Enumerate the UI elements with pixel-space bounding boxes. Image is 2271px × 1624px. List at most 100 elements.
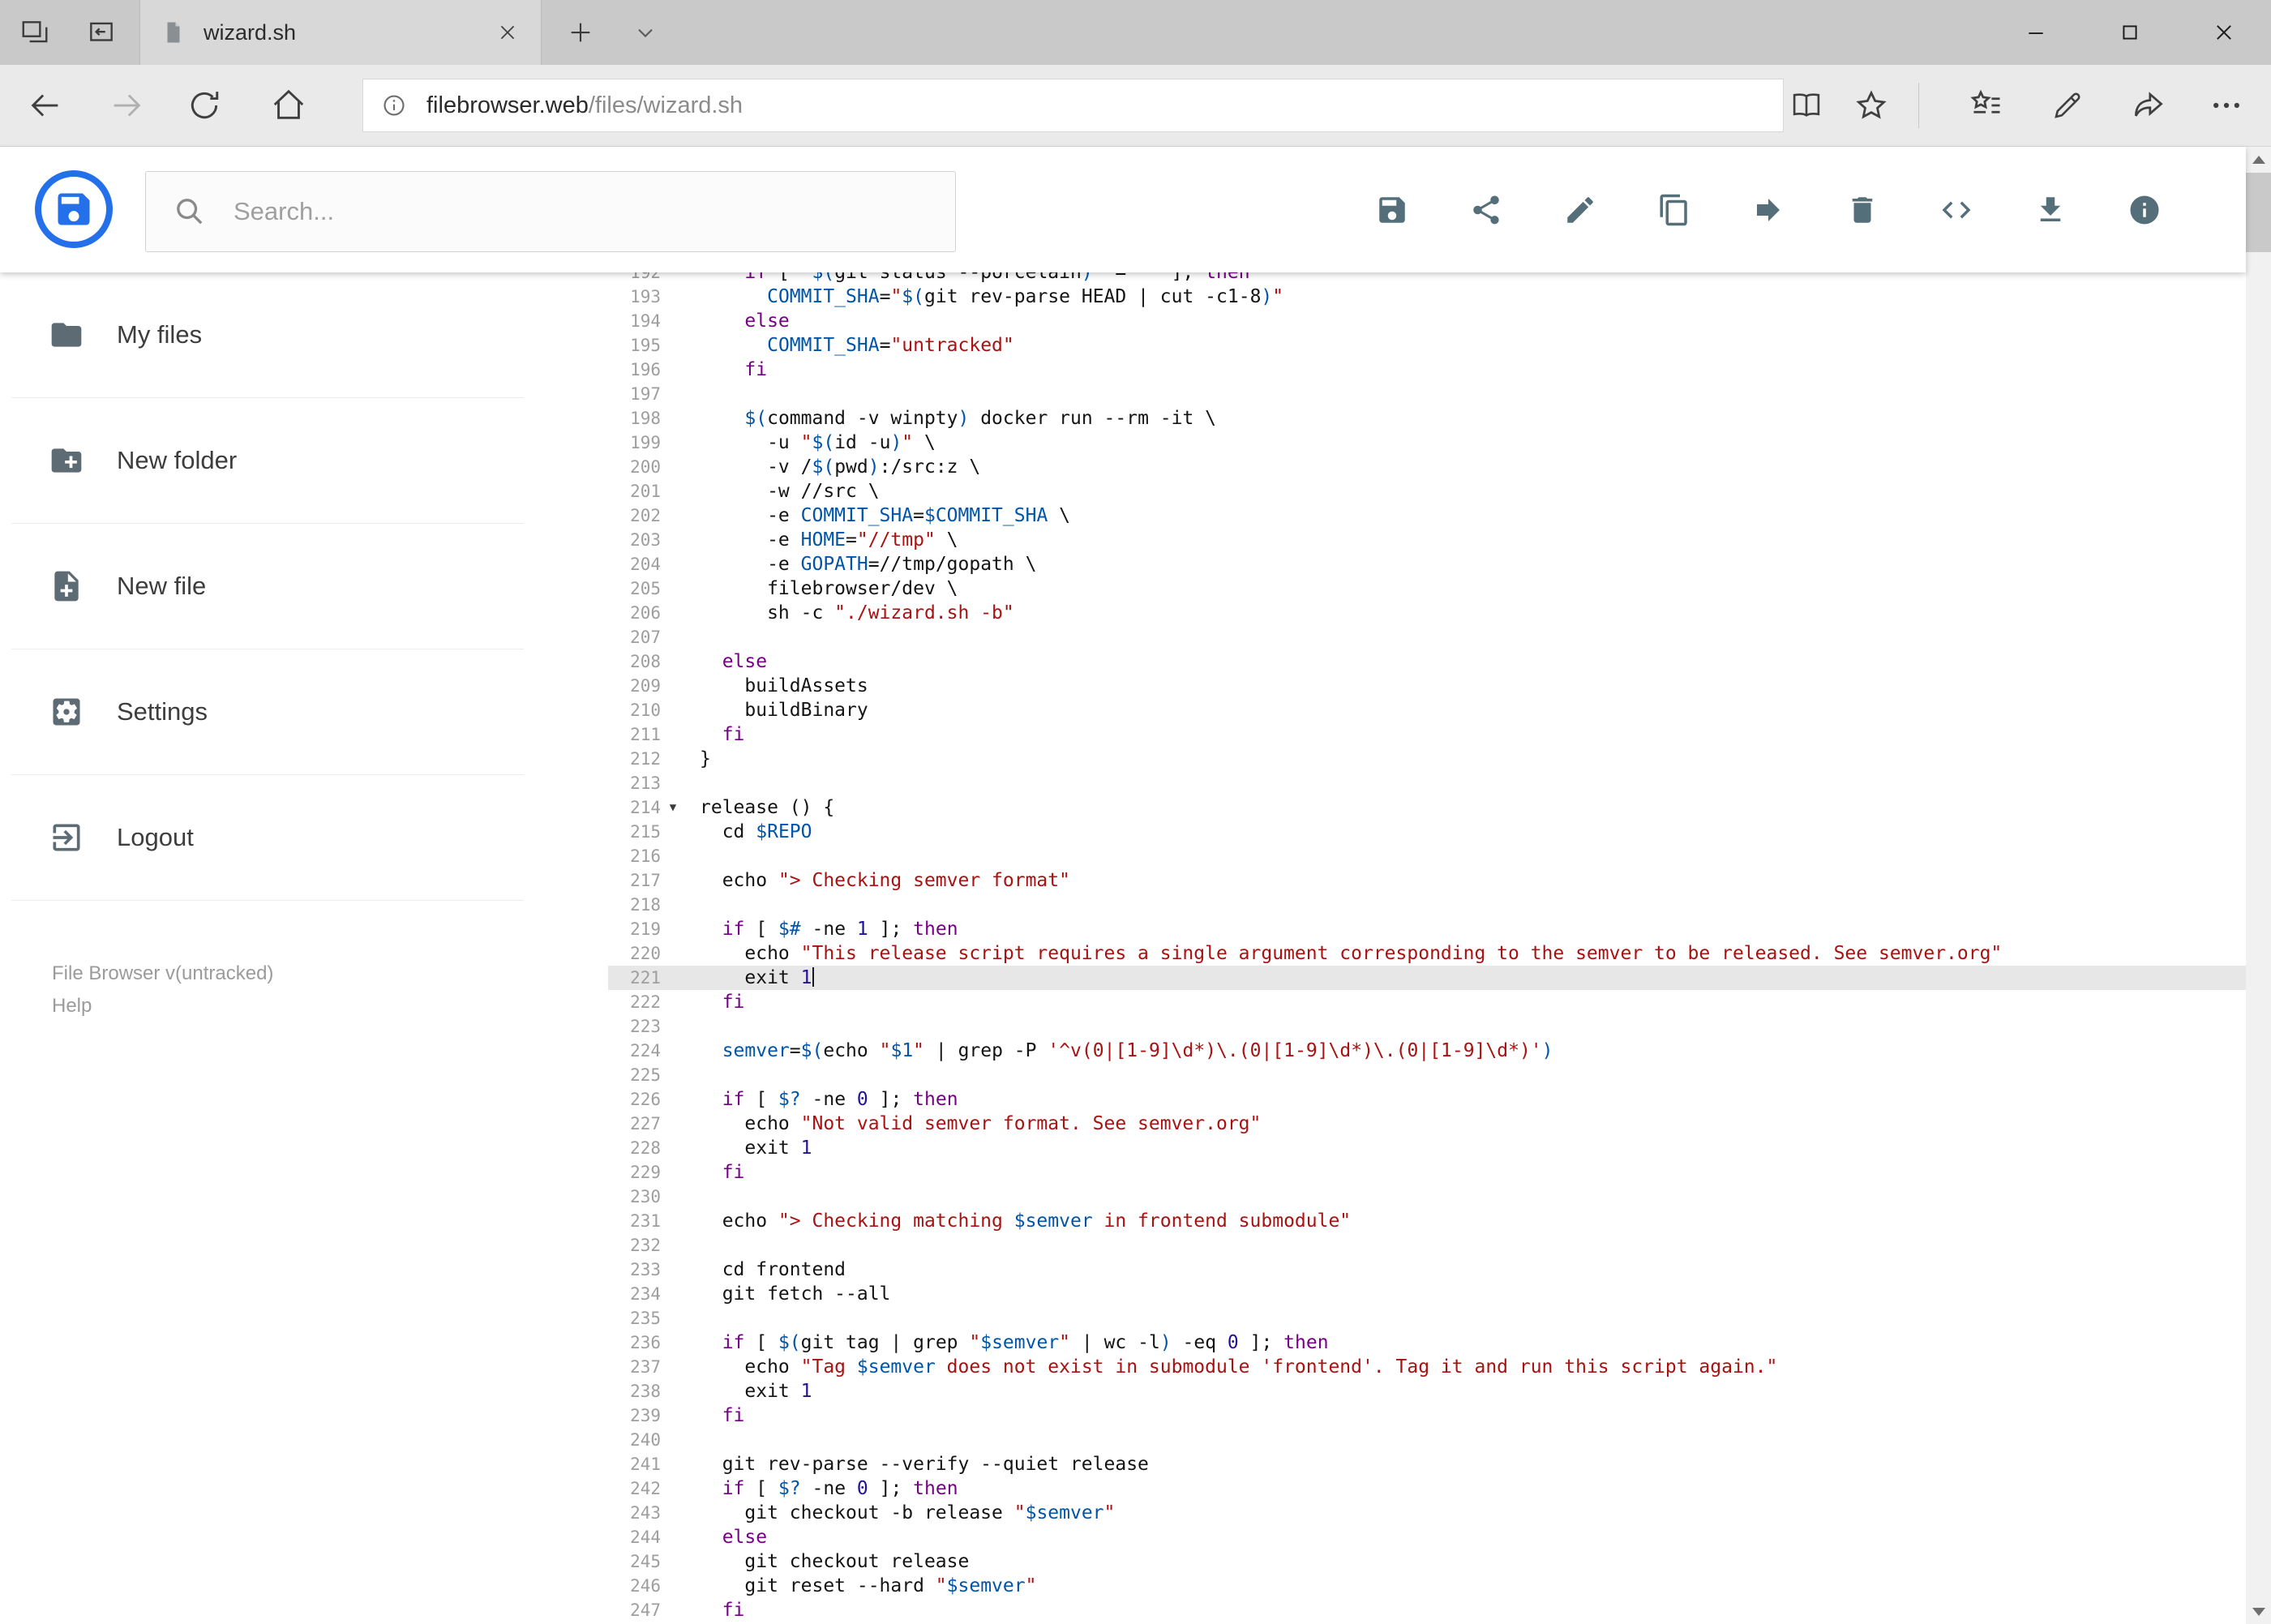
- code-line-212[interactable]: 212}: [608, 747, 2246, 771]
- fold-arrow-icon[interactable]: ▼: [661, 795, 685, 820]
- move-icon[interactable]: [1748, 190, 1789, 230]
- address-bar[interactable]: filebrowser.web/files/wizard.sh: [362, 79, 1784, 132]
- code-line-211[interactable]: 211 fi: [608, 722, 2246, 747]
- code-line-217[interactable]: 217 echo "> Checking semver format": [608, 868, 2246, 893]
- annotate-pen-icon[interactable]: [2035, 65, 2100, 146]
- code-line-234[interactable]: 234 git fetch --all: [608, 1282, 2246, 1306]
- code-line-232[interactable]: 232: [608, 1233, 2246, 1258]
- sidebar-item-new-folder[interactable]: New folder: [11, 398, 524, 524]
- code-line-192[interactable]: 192 if [ "$(git status --porcelain)" = "…: [608, 272, 2246, 285]
- file-browser-logo[interactable]: [35, 170, 113, 248]
- code-line-219[interactable]: 219 if [ $# -ne 1 ]; then: [608, 917, 2246, 941]
- code-line-225[interactable]: 225: [608, 1063, 2246, 1087]
- code-line-200[interactable]: 200 -v /$(pwd):/src:z \: [608, 455, 2246, 479]
- code-line-224[interactable]: 224 semver=$(echo "$1" | grep -P '^v(0|[…: [608, 1039, 2246, 1063]
- code-line-223[interactable]: 223: [608, 1014, 2246, 1039]
- code-line-242[interactable]: 242 if [ $? -ne 0 ]; then: [608, 1476, 2246, 1501]
- code-line-209[interactable]: 209 buildAssets: [608, 674, 2246, 698]
- help-link[interactable]: Help: [52, 990, 273, 1022]
- tab-list-chevron-icon[interactable]: [623, 0, 668, 65]
- save-icon[interactable]: [1372, 190, 1412, 230]
- code-line-210[interactable]: 210 buildBinary: [608, 698, 2246, 722]
- code-line-227[interactable]: 227 echo "Not valid semver format. See s…: [608, 1112, 2246, 1136]
- scroll-down-arrow-icon[interactable]: [2246, 1599, 2271, 1624]
- code-line-215[interactable]: 215 cd $REPO: [608, 820, 2246, 844]
- code-view-icon[interactable]: [1936, 190, 1977, 230]
- new-tab-button[interactable]: [558, 0, 603, 65]
- code-line-197[interactable]: 197: [608, 382, 2246, 406]
- code-line-198[interactable]: 198 $(command -v winpty) docker run --rm…: [608, 406, 2246, 431]
- vertical-scrollbar[interactable]: [2246, 147, 2271, 1624]
- code-editor[interactable]: 192 if [ "$(git status --porcelain)" = "…: [608, 272, 2246, 1624]
- code-line-236[interactable]: 236 if [ $(git tag | grep "$semver" | wc…: [608, 1330, 2246, 1355]
- info-icon[interactable]: [2124, 190, 2165, 230]
- more-ellipsis-icon[interactable]: [2194, 65, 2259, 146]
- share-icon[interactable]: [2116, 65, 2181, 146]
- code-line-237[interactable]: 237 echo "Tag $semver does not exist in …: [608, 1355, 2246, 1379]
- favorite-star-icon[interactable]: [1839, 65, 1904, 146]
- home-icon[interactable]: [256, 65, 321, 146]
- code-line-235[interactable]: 235: [608, 1306, 2246, 1330]
- delete-icon[interactable]: [1842, 190, 1883, 230]
- code-line-202[interactable]: 202 -e COMMIT_SHA=$COMMIT_SHA \: [608, 503, 2246, 528]
- code-line-239[interactable]: 239 fi: [608, 1403, 2246, 1428]
- tabs-set-aside-icon[interactable]: [19, 17, 50, 48]
- sidebar-item-settings[interactable]: Settings: [11, 649, 524, 775]
- window-minimize-button[interactable]: [1989, 0, 2083, 65]
- reading-view-icon[interactable]: [1774, 65, 1839, 146]
- code-line-199[interactable]: 199 -u "$(id -u)" \: [608, 431, 2246, 455]
- code-line-201[interactable]: 201 -w //src \: [608, 479, 2246, 503]
- scroll-up-arrow-icon[interactable]: [2246, 147, 2271, 172]
- code-line-233[interactable]: 233 cd frontend: [608, 1258, 2246, 1282]
- code-line-241[interactable]: 241 git rev-parse --verify --quiet relea…: [608, 1452, 2246, 1476]
- code-line-205[interactable]: 205 filebrowser/dev \: [608, 576, 2246, 601]
- code-line-230[interactable]: 230: [608, 1185, 2246, 1209]
- site-info-icon[interactable]: [381, 92, 407, 118]
- copy-icon[interactable]: [1654, 190, 1695, 230]
- search-input[interactable]: [232, 196, 955, 227]
- code-line-206[interactable]: 206 sh -c "./wizard.sh -b": [608, 601, 2246, 625]
- tab-preview-icon[interactable]: [86, 17, 117, 48]
- code-line-226[interactable]: 226 if [ $? -ne 0 ]; then: [608, 1087, 2246, 1112]
- code-line-229[interactable]: 229 fi: [608, 1160, 2246, 1185]
- code-line-243[interactable]: 243 git checkout -b release "$semver": [608, 1501, 2246, 1525]
- tab-close-icon[interactable]: [492, 17, 523, 48]
- code-line-231[interactable]: 231 echo "> Checking matching $semver in…: [608, 1209, 2246, 1233]
- sidebar-item-my-files[interactable]: My files: [11, 272, 524, 398]
- code-line-196[interactable]: 196 fi: [608, 358, 2246, 382]
- code-line-193[interactable]: 193 COMMIT_SHA="$(git rev-parse HEAD | c…: [608, 285, 2246, 309]
- code-line-204[interactable]: 204 -e GOPATH=//tmp/gopath \: [608, 552, 2246, 576]
- refresh-icon[interactable]: [172, 65, 237, 146]
- code-line-221[interactable]: 221 exit 1: [608, 966, 2246, 990]
- code-line-238[interactable]: 238 exit 1: [608, 1379, 2246, 1403]
- window-maximize-button[interactable]: [2083, 0, 2177, 65]
- code-line-220[interactable]: 220 echo "This release script requires a…: [608, 941, 2246, 966]
- forward-icon[interactable]: [94, 65, 159, 146]
- code-line-228[interactable]: 228 exit 1: [608, 1136, 2246, 1160]
- code-line-213[interactable]: 213: [608, 771, 2246, 795]
- code-line-203[interactable]: 203 -e HOME="//tmp" \: [608, 528, 2246, 552]
- download-icon[interactable]: [2030, 190, 2071, 230]
- code-line-194[interactable]: 194 else: [608, 309, 2246, 333]
- sidebar-item-new-file[interactable]: New file: [11, 524, 524, 649]
- code-line-247[interactable]: 247 fi: [608, 1598, 2246, 1622]
- code-line-244[interactable]: 244 else: [608, 1525, 2246, 1549]
- back-icon[interactable]: [13, 65, 78, 146]
- code-line-216[interactable]: 216: [608, 844, 2246, 868]
- window-close-button[interactable]: [2177, 0, 2271, 65]
- share-file-icon[interactable]: [1466, 190, 1506, 230]
- code-line-218[interactable]: 218: [608, 893, 2246, 917]
- code-line-195[interactable]: 195 COMMIT_SHA="untracked": [608, 333, 2246, 358]
- edit-icon[interactable]: [1560, 190, 1600, 230]
- code-line-207[interactable]: 207: [608, 625, 2246, 649]
- scrollbar-thumb[interactable]: [2246, 173, 2271, 252]
- sidebar-item-logout[interactable]: Logout: [11, 775, 524, 901]
- code-line-214[interactable]: 214 ▼ release () {: [608, 795, 2246, 820]
- code-line-245[interactable]: 245 git checkout release: [608, 1549, 2246, 1574]
- browser-tab[interactable]: wizard.sh: [139, 0, 542, 65]
- code-line-240[interactable]: 240: [608, 1428, 2246, 1452]
- hub-icon[interactable]: [1954, 65, 2019, 146]
- code-line-246[interactable]: 246 git reset --hard "$semver": [608, 1574, 2246, 1598]
- code-line-208[interactable]: 208 else: [608, 649, 2246, 674]
- code-line-222[interactable]: 222 fi: [608, 990, 2246, 1014]
